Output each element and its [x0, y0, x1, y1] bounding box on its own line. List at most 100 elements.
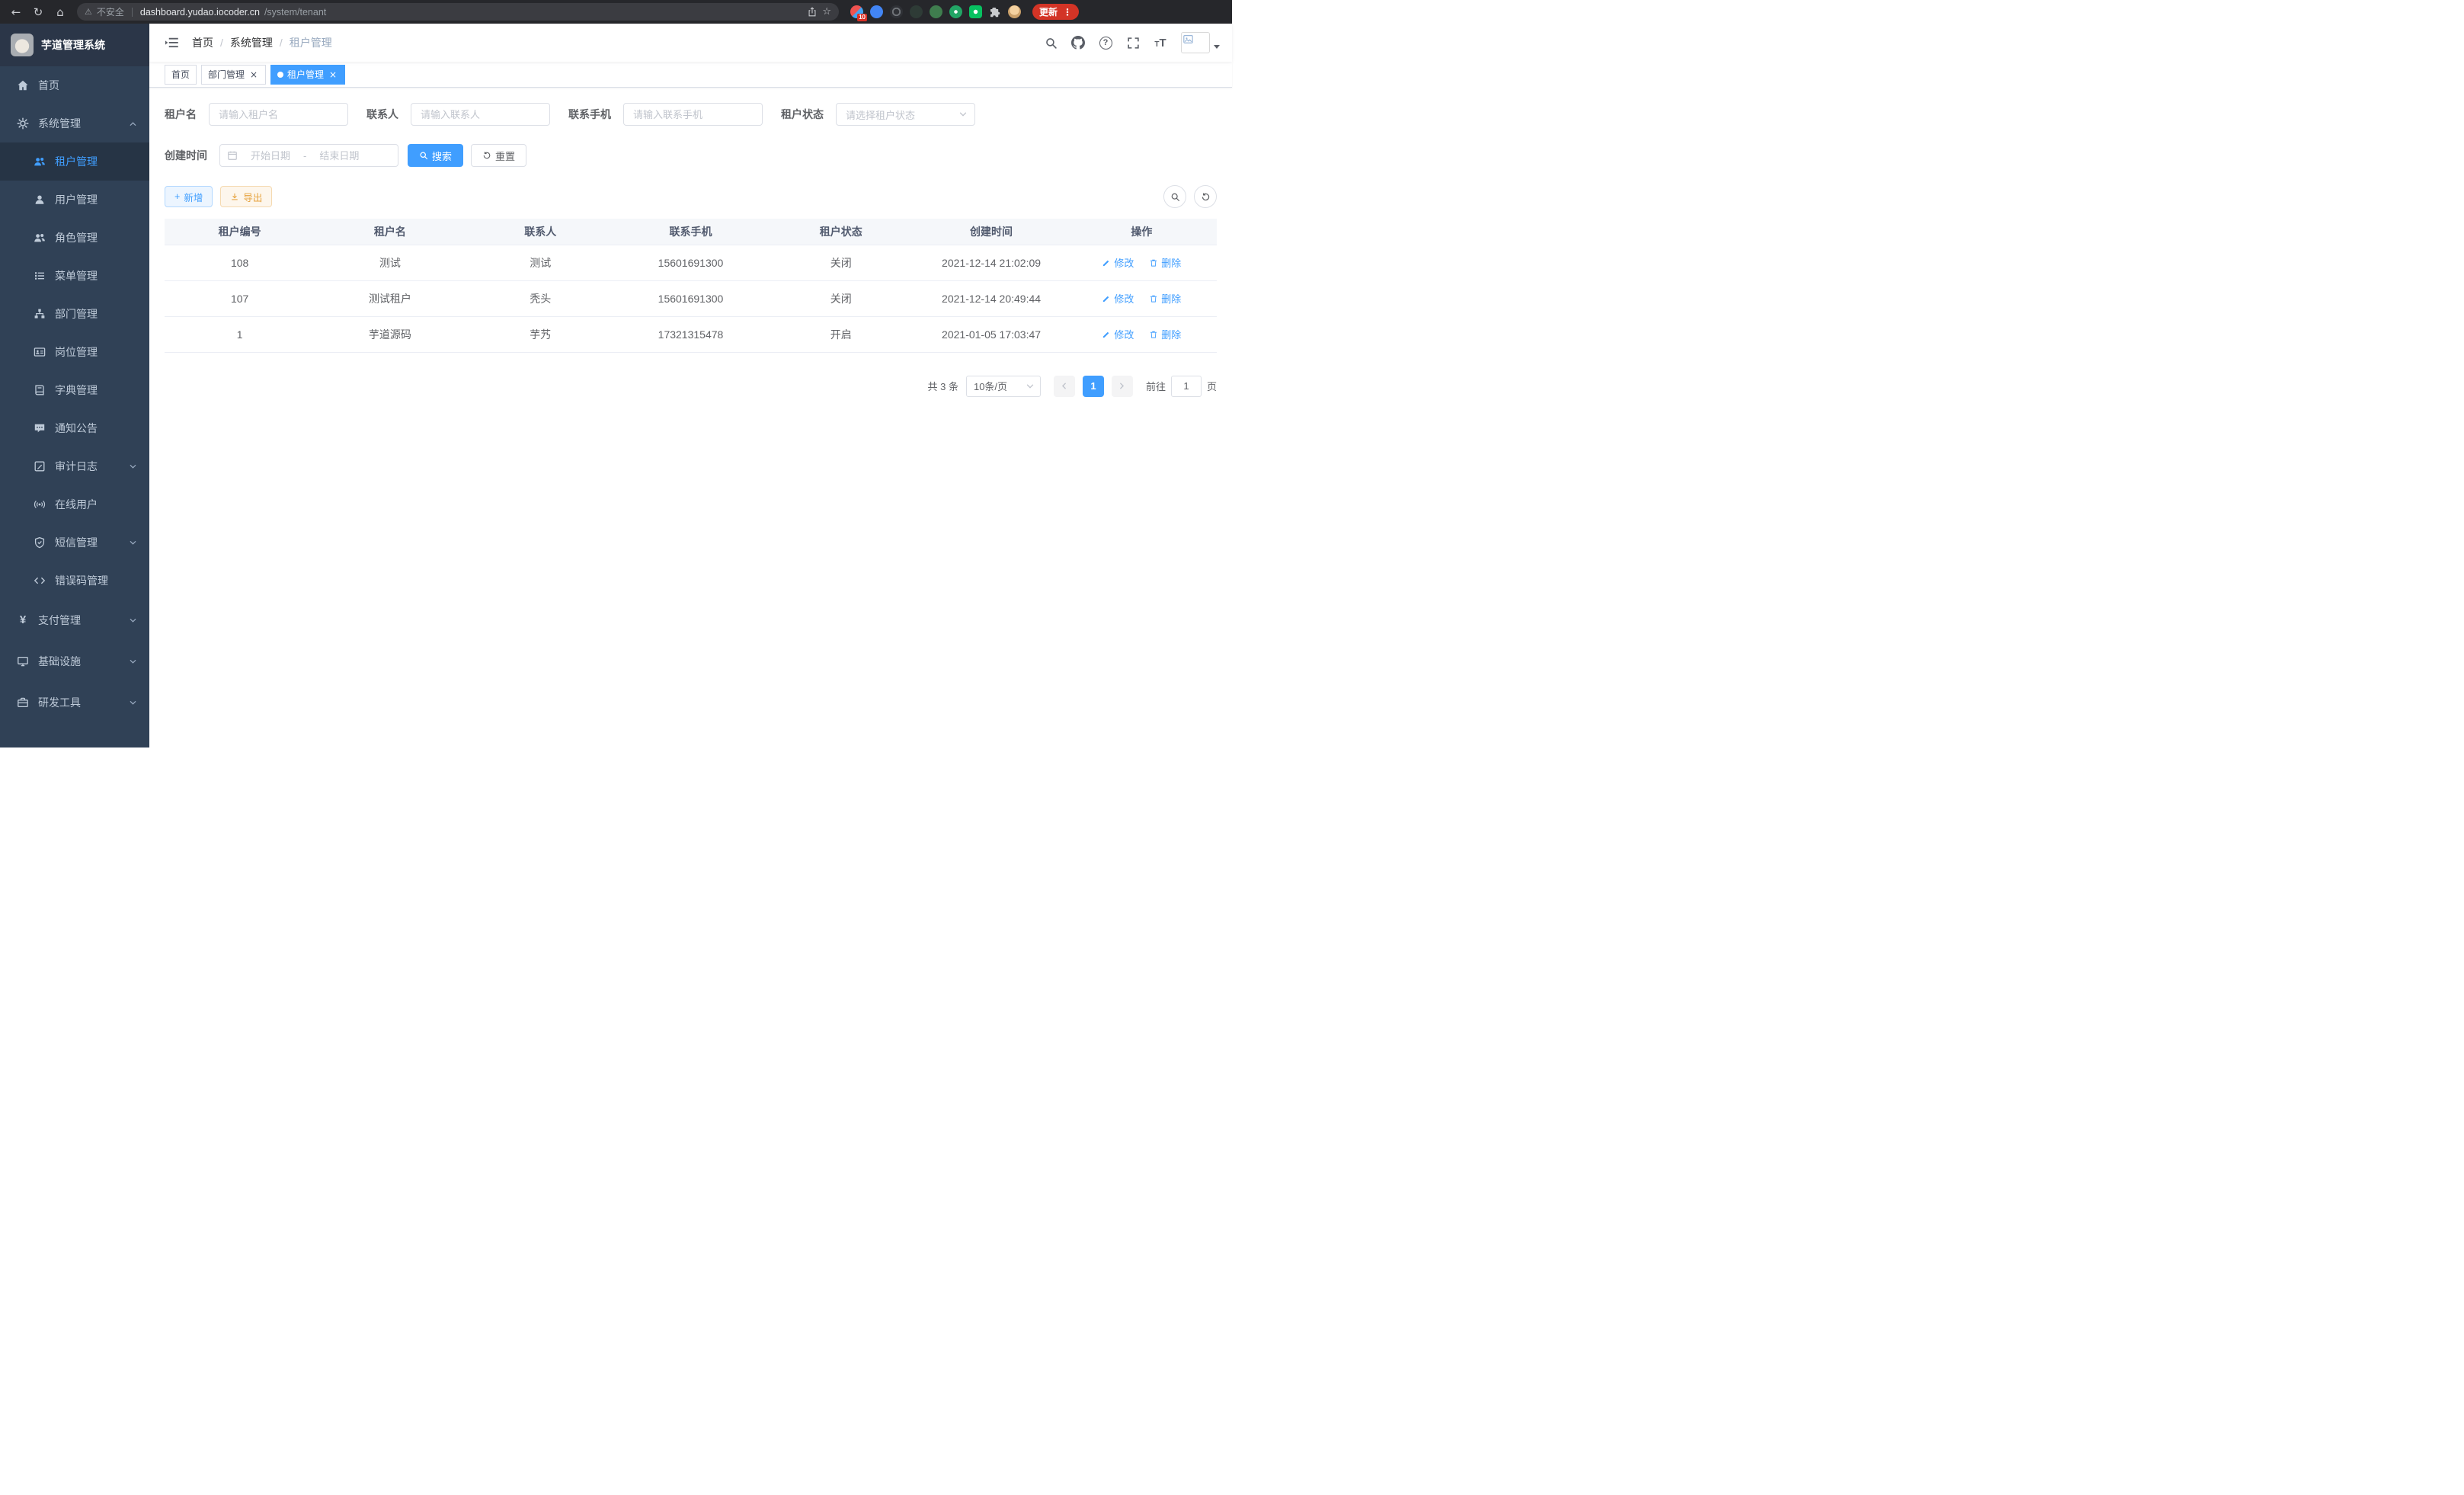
status-cell: 关闭	[766, 245, 916, 280]
edit-button[interactable]: 修改	[1102, 327, 1134, 341]
close-icon[interactable]: ×	[328, 69, 338, 80]
sidebar-item-payment[interactable]: ¥ 支付管理	[0, 600, 149, 641]
address-bar[interactable]: ⚠ 不安全 dashboard.yudao.iocoder.cn /system…	[77, 3, 839, 21]
refresh-icon	[482, 151, 491, 160]
extension-icon[interactable]	[870, 5, 883, 18]
refresh-table-button[interactable]	[1194, 185, 1217, 208]
pencil-icon	[1102, 258, 1111, 267]
sidebar-item-tenant-management[interactable]: 租户管理	[0, 142, 149, 181]
delete-button[interactable]: 删除	[1149, 255, 1181, 270]
user-avatar-menu[interactable]	[1181, 32, 1220, 53]
browser-menu-icon[interactable]: ⋮	[1063, 7, 1072, 18]
chevron-down-icon	[1026, 382, 1035, 391]
create-time-range-picker[interactable]: -	[219, 144, 398, 167]
next-page-button[interactable]	[1112, 376, 1133, 397]
profile-avatar[interactable]	[1008, 5, 1021, 18]
extension-icon[interactable]	[910, 5, 923, 18]
trash-icon	[1149, 294, 1158, 303]
sidebar-item-post-management[interactable]: 岗位管理	[0, 333, 149, 371]
extension-icon[interactable]: 10	[850, 5, 863, 18]
sidebar-item-system[interactable]: 系统管理	[0, 104, 149, 142]
add-button[interactable]: + 新增	[165, 186, 213, 207]
back-icon[interactable]: ←	[8, 4, 24, 21]
page-size-select[interactable]: 10条/页	[966, 376, 1041, 397]
end-date-input[interactable]	[309, 150, 369, 162]
tab-home[interactable]: 首页	[165, 65, 197, 85]
sidebar-item-dept-management[interactable]: 部门管理	[0, 295, 149, 333]
url-host: dashboard.yudao.iocoder.cn	[140, 7, 260, 18]
share-icon[interactable]	[807, 7, 818, 18]
extension-badge: 10	[857, 14, 867, 21]
security-warning-label: 不安全	[97, 5, 124, 18]
sidebar-item-online-users[interactable]: 在线用户	[0, 485, 149, 523]
extension-icon[interactable]	[890, 5, 903, 18]
export-button[interactable]: 导出	[220, 186, 272, 207]
user-icon	[34, 194, 46, 206]
tenant-status-select[interactable]: 请选择租户状态	[836, 103, 975, 126]
prev-page-button[interactable]	[1054, 376, 1075, 397]
phone-label: 联系手机	[568, 107, 611, 122]
page-number-1[interactable]: 1	[1083, 376, 1104, 397]
sidebar-item-user-management[interactable]: 用户管理	[0, 181, 149, 219]
plus-icon: +	[174, 191, 180, 202]
breadcrumb-home[interactable]: 首页	[192, 35, 213, 50]
start-date-input[interactable]	[241, 150, 300, 162]
pencil-icon	[1102, 294, 1111, 303]
font-size-icon[interactable]: TT	[1147, 27, 1173, 58]
extensions-puzzle-icon[interactable]	[989, 6, 1001, 18]
total-count: 共 3 条	[928, 379, 958, 393]
home-icon[interactable]: ⌂	[52, 4, 69, 21]
sidebar-menu: 首页 系统管理 租户管理 用户管理 角色管理 菜单管理	[0, 66, 149, 723]
chevron-down-icon	[129, 616, 137, 625]
sidebar-item-sms-management[interactable]: 短信管理	[0, 523, 149, 562]
app-logo-row[interactable]: 芋道管理系统	[0, 24, 149, 66]
delete-button[interactable]: 删除	[1149, 291, 1181, 306]
code-icon	[34, 575, 46, 587]
phone-input[interactable]	[623, 103, 763, 126]
sidebar-item-notice[interactable]: 通知公告	[0, 409, 149, 447]
sidebar-item-dev-tools[interactable]: 研发工具	[0, 682, 149, 723]
delete-button[interactable]: 删除	[1149, 327, 1181, 341]
bookmark-star-icon[interactable]: ☆	[822, 6, 831, 18]
contact-input[interactable]	[411, 103, 550, 126]
tenant-name-input[interactable]	[209, 103, 348, 126]
extension-icon[interactable]	[969, 5, 982, 18]
sidebar-item-home[interactable]: 首页	[0, 66, 149, 104]
edit-button[interactable]: 修改	[1102, 255, 1134, 270]
update-button[interactable]: 更新 ⋮	[1032, 4, 1079, 20]
fullscreen-icon[interactable]	[1120, 27, 1146, 58]
extension-icon[interactable]	[930, 5, 942, 18]
sidebar-item-dict-management[interactable]: 字典管理	[0, 371, 149, 409]
toggle-search-button[interactable]	[1163, 185, 1186, 208]
sidebar-item-role-management[interactable]: 角色管理	[0, 219, 149, 257]
active-tab-dot	[277, 72, 283, 78]
tenant-table: 租户编号 租户名 联系人 联系手机 租户状态 创建时间 操作 108 测试 测试	[165, 219, 1217, 353]
sidebar-item-infrastructure[interactable]: 基础设施	[0, 641, 149, 682]
users-icon	[34, 232, 46, 244]
omnibox-divider	[132, 8, 133, 17]
help-icon[interactable]: ?	[1093, 27, 1118, 58]
reset-button[interactable]: 重置	[471, 144, 526, 167]
sidebar-item-audit-log[interactable]: 审计日志	[0, 447, 149, 485]
sidebar-item-error-code[interactable]: 错误码管理	[0, 562, 149, 600]
github-icon[interactable]	[1065, 27, 1091, 58]
security-warning-icon[interactable]: ⚠	[85, 7, 92, 17]
tab-dept-management[interactable]: 部门管理 ×	[201, 65, 266, 85]
search-button[interactable]: 搜索	[408, 144, 463, 167]
goto-page-input[interactable]	[1171, 376, 1202, 397]
collapse-sidebar-icon[interactable]	[165, 35, 180, 50]
reload-icon[interactable]: ↻	[30, 4, 46, 21]
breadcrumb-system[interactable]: 系统管理	[230, 35, 273, 50]
extension-icon[interactable]	[949, 5, 962, 18]
pagination: 共 3 条 10条/页 1 前往 页	[165, 376, 1217, 397]
tab-tenant-management[interactable]: 租户管理 ×	[270, 65, 345, 85]
chevron-down-icon	[129, 658, 137, 666]
shield-icon	[34, 536, 46, 549]
search-icon	[1170, 192, 1180, 202]
chevron-down-icon	[129, 463, 137, 471]
close-icon[interactable]: ×	[248, 69, 259, 80]
table-row: 108 测试 测试 15601691300 关闭 2021-12-14 21:0…	[165, 245, 1217, 280]
sidebar-item-menu-management[interactable]: 菜单管理	[0, 257, 149, 295]
header-search-icon[interactable]	[1038, 27, 1064, 58]
edit-button[interactable]: 修改	[1102, 291, 1134, 306]
